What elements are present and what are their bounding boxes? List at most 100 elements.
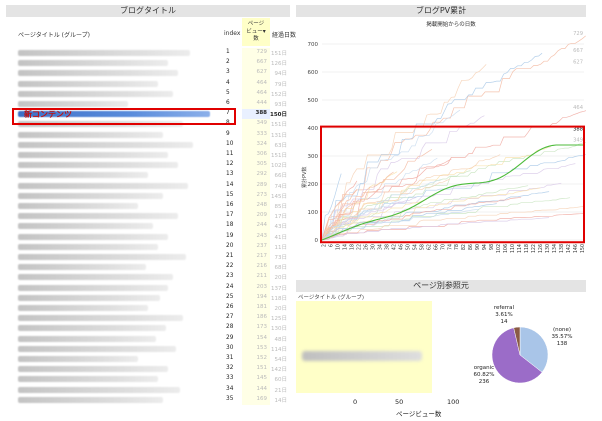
row-elapsed-days: 20日 <box>274 275 288 282</box>
pageviews-cell: 145 <box>242 374 270 385</box>
column-header-page-title[interactable]: ページタイトル (グループ) <box>18 30 90 39</box>
blurred-page-title <box>302 351 422 361</box>
pageviews-cell: 203 <box>242 282 270 293</box>
table-row[interactable]: 21 217 73日 <box>6 252 290 263</box>
row-index: 33 <box>226 375 234 382</box>
row-pageviews: 243 <box>256 232 268 239</box>
blurred-page-title <box>18 305 148 311</box>
table-row[interactable]: 14 289 74日 <box>6 180 290 191</box>
y-tick-label: 600 <box>308 70 319 76</box>
x-tick-label: 6 <box>328 244 334 247</box>
row-elapsed-days: 130日 <box>271 326 287 333</box>
table-row[interactable]: 22 216 68日 <box>6 262 290 273</box>
sort-desc-icon[interactable]: ▾ <box>263 28 266 35</box>
table-row[interactable]: 20 237 11日 <box>6 241 290 252</box>
x-tick-label: 130 <box>545 244 551 253</box>
x-tick-label: 82 <box>461 244 467 250</box>
x-tick-label: 14 <box>342 244 348 250</box>
table-row[interactable]: 1 729 151日 <box>6 48 290 59</box>
table-row[interactable]: 17 209 17日 <box>6 211 290 222</box>
row-elapsed-days: 126日 <box>271 61 287 68</box>
row-index: 35 <box>226 395 234 402</box>
blurred-page-title <box>18 60 168 67</box>
pie-slice-label: referral <box>494 305 515 311</box>
table-row[interactable]: 12 305 102日 <box>6 160 290 171</box>
row-pageviews: 203 <box>256 283 268 290</box>
x-tick-label: 22 <box>356 244 362 250</box>
table-row[interactable]: 2 667 126日 <box>6 58 290 69</box>
table-row[interactable]: 4 464 79日 <box>6 78 290 89</box>
table-row[interactable]: 23 211 20日 <box>6 272 290 283</box>
row-index: 27 <box>226 314 234 321</box>
table-row[interactable]: 18 244 43日 <box>6 221 290 232</box>
table-row[interactable]: 9 333 131日 <box>6 129 290 140</box>
pageviews-cell: 464 <box>242 88 270 99</box>
blurred-page-title <box>18 386 180 393</box>
row-elapsed-days: 118日 <box>271 295 287 302</box>
blurred-page-title <box>18 182 188 189</box>
x-tick-label: 66 <box>433 244 439 250</box>
pageviews-cell: 153 <box>242 343 270 354</box>
series-end-label: 627 <box>573 59 583 65</box>
table-row[interactable]: 27 186 125日 <box>6 313 290 324</box>
row-elapsed-days: 48日 <box>274 336 288 343</box>
blurred-page-title <box>18 101 128 107</box>
table-row[interactable]: 25 194 118日 <box>6 292 290 303</box>
pageviews-cell: 333 <box>242 129 270 140</box>
table-row[interactable]: 31 152 54日 <box>6 354 290 365</box>
table-row[interactable]: 15 273 145日 <box>6 190 290 201</box>
row-pageviews: 333 <box>256 130 268 137</box>
row-elapsed-days: 17日 <box>274 214 288 221</box>
table-row[interactable]: 33 145 60日 <box>6 374 290 385</box>
table-row[interactable]: 19 243 41日 <box>6 231 290 242</box>
row-index: 9 <box>226 130 230 137</box>
row-index: 26 <box>226 304 234 310</box>
table-row[interactable]: 30 153 114日 <box>6 343 290 354</box>
pageviews-cell: 349 <box>242 119 270 130</box>
row-pageviews: 216 <box>256 263 268 270</box>
pie-slice-label: 236 <box>479 379 490 385</box>
x-tick-label: 86 <box>468 244 474 250</box>
column-header-elapsed-days[interactable]: 経過日数 <box>272 30 296 39</box>
table-row[interactable]: 34 144 21日 <box>6 384 290 395</box>
row-index: 16 <box>226 202 234 208</box>
row-elapsed-days: 93日 <box>274 102 288 108</box>
table-row[interactable]: 35 169 14日 <box>6 394 290 405</box>
table-row[interactable]: 5 464 152日 <box>6 88 290 99</box>
table-row[interactable]: 26 181 20日 <box>6 303 290 314</box>
row-pageviews: 324 <box>256 140 268 147</box>
table-row[interactable]: 29 154 48日 <box>6 333 290 344</box>
pie-slice-label: 35.57% <box>552 334 573 340</box>
table-row[interactable]: 24 203 137日 <box>6 282 290 293</box>
row-index: 14 <box>226 181 234 188</box>
pageviews-cell: 144 <box>242 384 270 395</box>
column-header-pageviews[interactable]: ページ ビュー▾ 数 <box>242 18 270 46</box>
row-elapsed-days: 60日 <box>274 377 288 384</box>
page-table: 1 729 151日 2 667 126日 3 627 94日 4 464 79日 5 464 152日 6 4… <box>6 48 290 405</box>
row-pageviews: 151 <box>256 365 268 372</box>
row-index: 20 <box>226 242 234 249</box>
pageviews-cell: 248 <box>242 201 270 212</box>
table-row[interactable]: 32 151 142日 <box>6 364 290 375</box>
table-row[interactable]: 11 306 151日 <box>6 150 290 161</box>
x-tick-label: 2 <box>321 244 327 247</box>
x-tick-label: 94 <box>482 244 488 250</box>
row-index: 22 <box>226 263 234 270</box>
table-row[interactable]: 3 627 94日 <box>6 68 290 79</box>
table-row[interactable]: 28 173 130日 <box>6 323 290 334</box>
blurred-page-title <box>18 243 158 250</box>
column-header-index[interactable]: index <box>224 30 240 37</box>
table-row[interactable]: 10 324 63日 <box>6 139 290 150</box>
x-tick-label: 78 <box>454 244 460 250</box>
pageviews-cell: 324 <box>242 139 270 150</box>
row-index: 25 <box>226 293 234 300</box>
blurred-page-title <box>18 294 160 301</box>
x-tick-label: 110 <box>510 244 516 253</box>
x-tick-label: 138 <box>559 244 565 253</box>
table-row[interactable]: 16 248 85日 <box>6 201 290 212</box>
row-pageviews: 144 <box>256 385 268 392</box>
chart-background <box>296 18 586 276</box>
table-row[interactable]: 13 292 66日 <box>6 170 290 181</box>
pageviews-cell: 209 <box>242 211 270 222</box>
referrer-selected-cell[interactable] <box>296 301 432 393</box>
